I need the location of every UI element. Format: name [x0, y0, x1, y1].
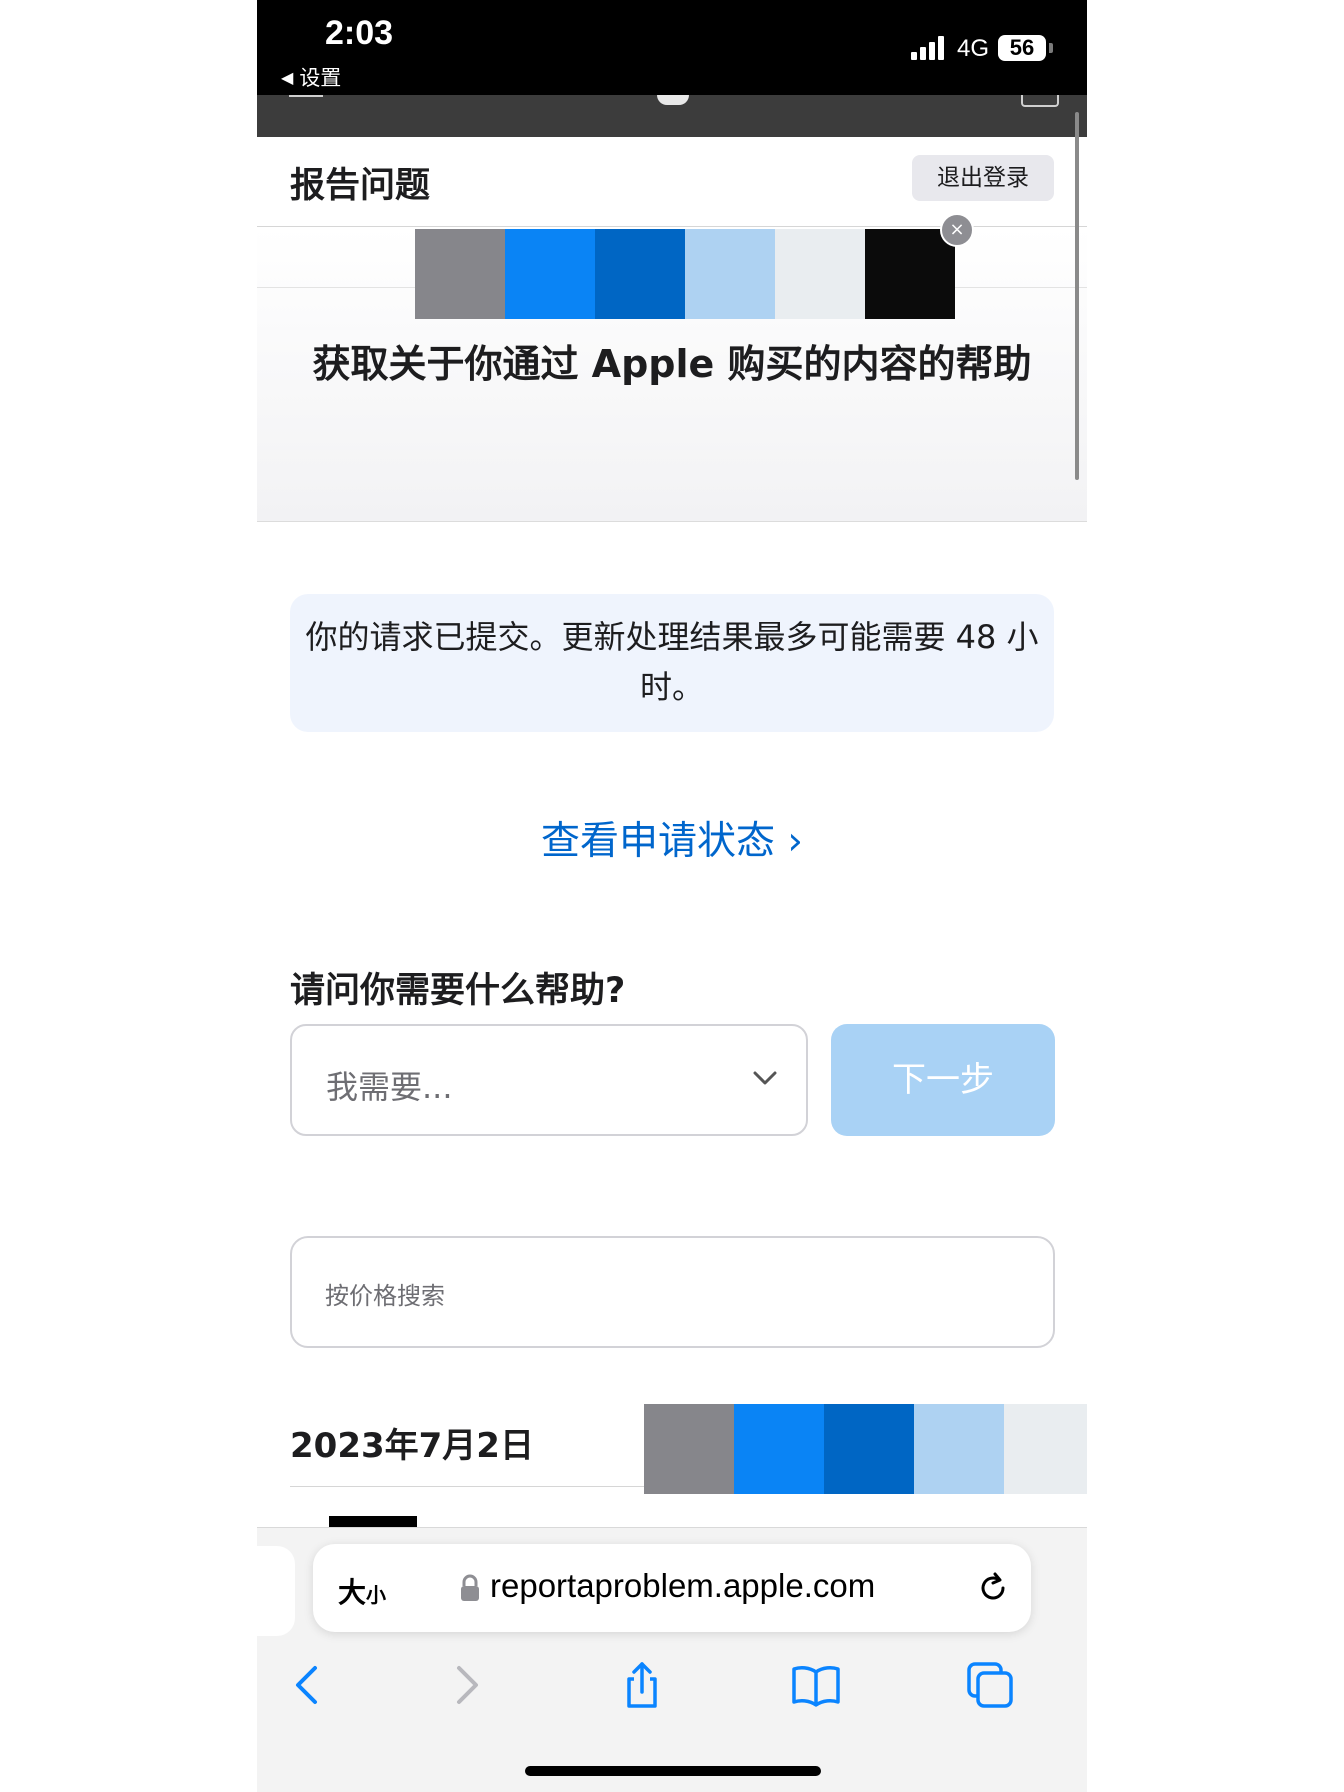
network-type: 4G: [957, 35, 990, 62]
text-size-button[interactable]: 大小: [338, 1571, 386, 1611]
clock: 2:03: [325, 14, 394, 52]
swatch-pale-gray: [1004, 1404, 1087, 1494]
select-placeholder: 我需要...: [326, 1068, 453, 1106]
bag-icon[interactable]: [1021, 95, 1059, 107]
page-title: 报告问题: [290, 166, 431, 206]
swatch-black: [865, 229, 955, 319]
back-triangle-icon: ◀: [281, 67, 294, 87]
swatch-pale-gray: [775, 229, 865, 319]
swatch-gray: [415, 229, 505, 319]
swatch-dark-blue: [824, 1404, 914, 1494]
tabs-icon[interactable]: [965, 1660, 1015, 1710]
battery-icon: 56: [998, 35, 1046, 61]
reload-icon[interactable]: [975, 1570, 1011, 1606]
scroll-indicator[interactable]: [1075, 112, 1079, 480]
share-icon[interactable]: [617, 1660, 667, 1710]
phone-screen: 2:03 ◀ 设置 4G 56 报告问题 退出登录 获取关于你通过 Apple …: [257, 0, 1087, 1792]
color-palette-overlay: [415, 229, 955, 319]
lock-icon: [461, 1574, 479, 1601]
chevron-down-icon: [753, 1071, 777, 1085]
swatch-gray: [644, 1404, 734, 1494]
issue-select[interactable]: 我需要...: [290, 1024, 808, 1136]
purchase-date: 2023年7月2日: [290, 1426, 534, 1466]
bookmarks-icon[interactable]: [791, 1660, 841, 1710]
apple-logo-icon[interactable]: [657, 95, 689, 105]
sign-out-button[interactable]: 退出登录: [912, 155, 1054, 201]
home-indicator[interactable]: [525, 1766, 821, 1776]
global-nav: [257, 95, 1087, 137]
swatch-dark-blue: [595, 229, 685, 319]
swatch-blue: [734, 1404, 824, 1494]
color-palette-overlay: [644, 1404, 1087, 1494]
close-icon[interactable]: ×: [940, 213, 974, 247]
previous-tab-peek[interactable]: [257, 1546, 295, 1636]
swatch-blue: [505, 229, 595, 319]
signal-icon: [911, 36, 944, 60]
search-placeholder: 按价格搜索: [325, 1282, 445, 1310]
forward-chevron-icon[interactable]: [441, 1660, 491, 1710]
submission-notice: 你的请求已提交。更新处理结果最多可能需要 48 小时。: [290, 594, 1054, 732]
url-text: reportaproblem.apple.com: [490, 1567, 876, 1604]
text-size-big: 大: [338, 1576, 367, 1609]
price-search-input[interactable]: 按价格搜索: [290, 1236, 1055, 1348]
status-bar: 2:03 ◀ 设置 4G 56: [257, 0, 1087, 95]
battery-tip: [1049, 43, 1053, 53]
back-chevron-icon[interactable]: [283, 1660, 333, 1710]
hero-title: 获取关于你通过 Apple 购买的内容的帮助: [312, 342, 1032, 386]
browser-toolbar: 大小 reportaproblem.apple.com: [257, 1527, 1087, 1792]
help-question: 请问你需要什么帮助?: [290, 971, 626, 1011]
next-button[interactable]: 下一步: [831, 1024, 1055, 1136]
menu-icon[interactable]: [289, 95, 323, 97]
text-size-small: 小: [366, 1583, 387, 1607]
swatch-light-blue: [914, 1404, 1004, 1494]
back-to-settings[interactable]: ◀ 设置: [281, 62, 341, 92]
back-to-settings-label: 设置: [299, 66, 342, 90]
address-bar[interactable]: 大小 reportaproblem.apple.com: [313, 1544, 1031, 1632]
swatch-light-blue: [685, 229, 775, 319]
view-request-status-link[interactable]: 查看申请状态 ›: [257, 810, 1087, 866]
